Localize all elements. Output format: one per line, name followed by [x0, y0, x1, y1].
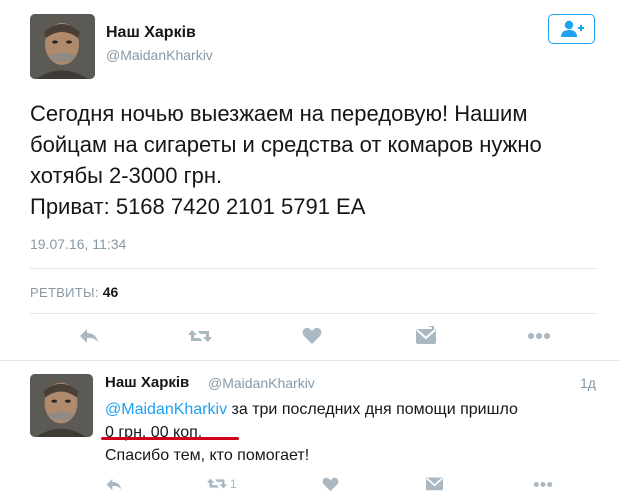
reply-author-handle[interactable]: @MaidanKharkiv	[208, 375, 315, 391]
follow-user-icon	[560, 20, 584, 37]
tweet-text-line: Сегодня ночью выезжаем на передовую! Наш…	[30, 101, 528, 126]
retweet-button[interactable]	[187, 327, 213, 345]
red-underline	[101, 437, 239, 440]
reply-more-button[interactable]	[533, 481, 553, 488]
retweets-count: 46	[102, 284, 119, 300]
reply-button[interactable]	[78, 327, 100, 345]
more-button[interactable]	[527, 332, 551, 340]
author-handle[interactable]: @MaidanKharkiv	[106, 47, 213, 63]
reply-reply-button[interactable]	[105, 477, 123, 492]
reply-text-line: Спасибо тем, кто помогает!	[105, 447, 310, 464]
reply-text-fragment: за три последних дня помощи пришло	[227, 401, 518, 418]
avatar-image	[30, 14, 95, 79]
avatar[interactable]	[30, 14, 95, 79]
like-icon	[302, 327, 322, 344]
avatar-image	[30, 374, 93, 437]
reply-text: @MaidanKharkiv за три последних дня помо…	[105, 398, 600, 467]
reply-icon	[80, 329, 98, 343]
retweet-icon	[207, 478, 227, 489]
more-icon	[528, 333, 550, 339]
divider	[0, 360, 620, 361]
reply-text-line: 0 грн. 00 коп.	[105, 424, 203, 441]
reply-retweet-count: 1	[230, 476, 237, 491]
direct-message-icon	[416, 326, 436, 344]
reply-direct-message-button[interactable]	[425, 475, 444, 492]
follow-button[interactable]	[548, 14, 595, 44]
reply-author-name[interactable]: Наш Харків	[105, 374, 189, 391]
direct-message-button[interactable]	[415, 326, 437, 346]
author-name[interactable]: Наш Харків	[106, 24, 196, 42]
tweet-text-line: Приват: 5168 7420 2101 5791 EA	[30, 194, 366, 219]
retweets-label: РЕТВИТЫ:	[30, 285, 99, 300]
tweet-text-line: хотябы 2-3000 грн.	[30, 163, 223, 188]
like-button[interactable]	[302, 327, 322, 345]
retweet-stats[interactable]: РЕТВИТЫ: 46	[30, 284, 118, 300]
direct-message-icon	[426, 477, 443, 491]
tweet-timestamp[interactable]: 19.07.16, 11:34	[30, 236, 126, 252]
reply-avatar[interactable]	[30, 374, 93, 437]
divider	[30, 268, 597, 269]
reply-retweet-button[interactable]: 1	[206, 476, 237, 491]
tweet-text: Сегодня ночью выезжаем на передовую! Наш…	[30, 98, 600, 222]
like-icon	[322, 477, 339, 492]
reply-icon	[106, 478, 122, 491]
retweet-icon	[188, 330, 212, 342]
tweet-text-line: бойцам на сигареты и средства от комаров…	[30, 132, 542, 157]
reply-like-button[interactable]	[322, 477, 339, 492]
reply-time[interactable]: 1д	[580, 375, 596, 391]
reply-text-line: @MaidanKharkiv за три последних дня помо…	[105, 398, 600, 421]
divider	[30, 313, 597, 314]
mention-link[interactable]: @MaidanKharkiv	[105, 401, 227, 418]
more-icon	[533, 482, 553, 487]
